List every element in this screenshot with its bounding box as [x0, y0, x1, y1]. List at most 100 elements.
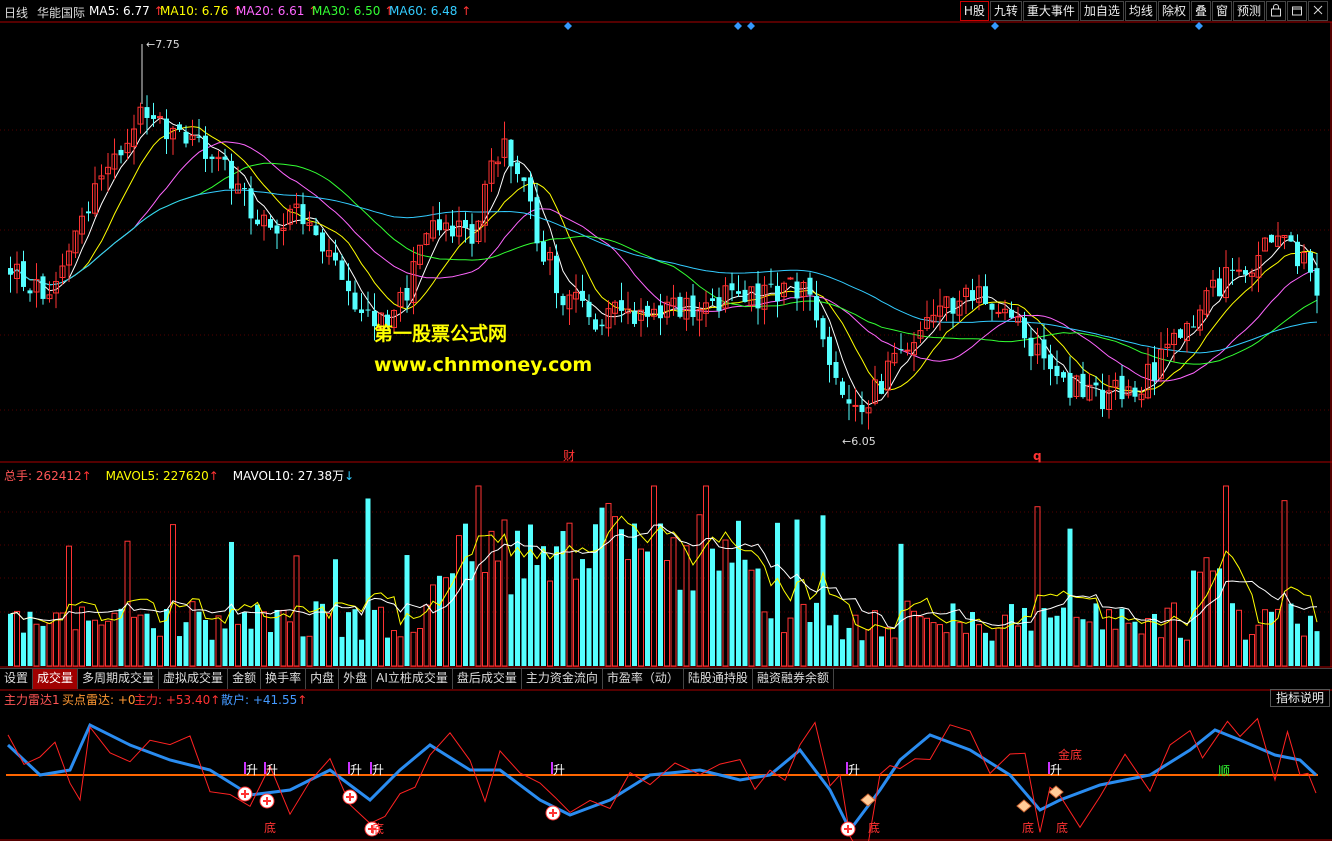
candle-body — [1269, 234, 1274, 243]
tab-capital-flow[interactable]: 主力资金流向 — [522, 669, 603, 689]
volume-bar — [268, 632, 273, 666]
candle-body — [203, 135, 208, 159]
tab-inner[interactable]: 内盘 — [306, 669, 340, 689]
volume-bar — [554, 546, 559, 666]
volume-bar — [755, 568, 761, 666]
candle-body — [1061, 372, 1066, 378]
volume-bar — [638, 548, 644, 667]
event-diamond-icon[interactable] — [1195, 22, 1203, 30]
volume-bar — [814, 602, 819, 666]
volume-bar — [482, 572, 488, 667]
volume-bar — [261, 611, 267, 667]
volume-bar — [1073, 616, 1080, 667]
volume-bar — [326, 613, 332, 667]
tab-after-hours-volume[interactable]: 盘后成交量 — [453, 669, 522, 689]
tab-volume[interactable]: 成交量 — [33, 669, 79, 689]
indicator-name[interactable]: 主力雷达1 — [4, 691, 60, 708]
candle-body — [1178, 329, 1183, 338]
volume-bar — [235, 623, 241, 667]
volume-bar — [372, 609, 377, 666]
volume-bar — [1249, 634, 1255, 667]
volume-bar — [1288, 603, 1294, 666]
volume-bar — [683, 545, 690, 667]
event-diamond-icon[interactable] — [747, 22, 755, 30]
volume-bar — [8, 613, 13, 666]
tab-settings[interactable]: 设置 — [0, 669, 34, 689]
volume-bar — [287, 621, 293, 667]
candle-body — [1080, 373, 1086, 398]
volume-bar — [599, 507, 605, 666]
indicator-help-button[interactable]: 指标说明 — [1269, 689, 1330, 707]
volume-bar — [690, 590, 696, 666]
candle-body — [1217, 278, 1222, 297]
volume-bar — [131, 616, 137, 667]
chart-canvas[interactable]: 升升升升升升升底底底底底金底顺 ←7.75 ←6.05 财 q — [0, 0, 1332, 841]
candle-body — [437, 219, 442, 231]
event-diamond-icon[interactable] — [564, 22, 572, 30]
candle-body — [248, 188, 254, 219]
candle-body — [1054, 365, 1060, 377]
candle-body — [580, 290, 585, 301]
volume-bar — [917, 616, 924, 667]
moving-average-line — [10, 189, 1318, 354]
tab-amount[interactable]: 金额 — [228, 669, 262, 689]
volume-bar — [1080, 619, 1086, 666]
tab-virtual-volume[interactable]: 虚拟成交量 — [159, 669, 229, 689]
candle-body — [1230, 269, 1235, 271]
tab-pe-ratio[interactable]: 市盈率（动） — [603, 669, 684, 689]
volume-bar — [86, 620, 91, 666]
mavol10-label: MAVOL10: 27.38万↓ — [232, 469, 355, 483]
finance-marker[interactable]: 财 — [563, 449, 575, 463]
volume-bar — [651, 485, 657, 667]
volume-bar — [612, 516, 618, 667]
volume-bar — [437, 575, 442, 666]
mavol5-label: MAVOL5: 227620↑ — [105, 469, 219, 483]
volume-bar — [209, 639, 215, 666]
tab-northbound[interactable]: 陆股通持股 — [684, 669, 753, 689]
volume-bar — [196, 611, 202, 666]
volume-bar — [508, 594, 514, 666]
volume-bar — [710, 548, 715, 666]
event-diamond-icon[interactable] — [734, 22, 742, 30]
candle-body — [1308, 252, 1313, 273]
candle-body — [742, 289, 748, 302]
candle-body — [645, 305, 650, 317]
volume-bar — [716, 570, 722, 666]
volume-bar — [800, 603, 807, 667]
volume-bar — [359, 639, 364, 666]
candle-body — [970, 290, 975, 301]
candle-body — [768, 283, 774, 285]
candle-body — [950, 298, 956, 314]
volume-bar — [787, 617, 794, 667]
candle-body — [879, 381, 884, 394]
tab-ai-volume[interactable]: AI立桩成交量 — [372, 669, 453, 689]
volume-bar — [151, 628, 156, 666]
volume-bar — [1262, 609, 1268, 667]
candle-body — [1100, 389, 1105, 410]
volume-bar — [320, 603, 325, 666]
tab-multi-period-volume[interactable]: 多周期成交量 — [78, 669, 160, 689]
candle-body — [320, 232, 325, 252]
tab-margin[interactable]: 融资融券余额 — [753, 669, 834, 689]
volume-bar — [1041, 608, 1047, 666]
volume-bar — [515, 530, 520, 666]
tab-turnover[interactable]: 换手率 — [261, 669, 307, 689]
volume-bar — [1314, 631, 1320, 666]
volume-bar — [632, 523, 637, 666]
volume-bar — [625, 559, 631, 667]
event-diamond-icon[interactable] — [991, 22, 999, 30]
q-marker[interactable]: q — [1033, 449, 1042, 463]
volume-bar — [1236, 609, 1242, 667]
volume-bar — [976, 624, 982, 667]
volume-bar — [1093, 603, 1099, 666]
candle-body — [814, 296, 819, 321]
candle-body — [690, 295, 696, 318]
volume-bar — [807, 622, 813, 666]
candle-body — [268, 219, 273, 228]
event-markers[interactable] — [564, 22, 1203, 30]
candle-body — [852, 404, 859, 407]
candle-body — [333, 252, 338, 261]
rise-mark: 升 — [246, 763, 258, 777]
candle-body — [359, 309, 364, 314]
tab-outer[interactable]: 外盘 — [339, 669, 373, 689]
